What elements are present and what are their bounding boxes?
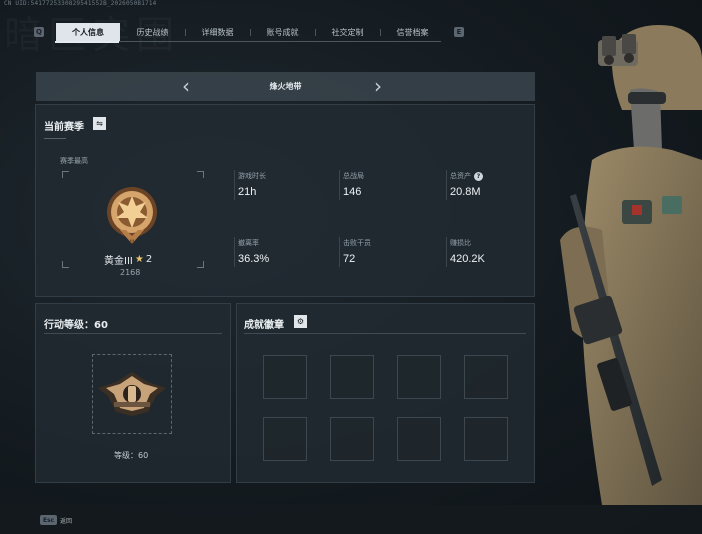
season-title-rule [44,138,66,139]
level-text: 等级：60 [114,450,148,461]
stat-divider [234,237,235,267]
top-tab-bar: Q 个人信息 历史战绩 详细数据 账号成就 社交定制 信誉档案 E [34,23,464,41]
action-level-label: 行动等级： [44,320,94,331]
frame-corner [62,171,69,178]
back-label[interactable]: 返回 [60,516,72,525]
action-level-value: 60 [94,320,108,331]
frame-corner [197,171,204,178]
operator-character [560,24,702,505]
level-value: 60 [138,451,149,460]
gear-icon[interactable]: ⚙ [294,315,307,328]
stat-profit-loss-ratio: 赚损比 420.2K [450,238,485,265]
stat-value: 420.2K [450,253,485,265]
achievement-slot[interactable] [330,417,374,461]
tab-personal-info[interactable]: 个人信息 [56,23,120,41]
rank-tier: 黄金III [104,256,133,267]
stat-divider [339,237,340,267]
tab-detailed-data[interactable]: 详细数据 [185,23,250,41]
bottom-bar [0,505,702,534]
tab-credit-profile[interactable]: 信誉档案 [380,23,445,41]
stat-label: 撤离率 [238,239,259,247]
stat-divider [234,170,235,200]
svg-text:III: III [129,239,135,246]
star-icon: ★ [134,254,144,265]
tab-match-history[interactable]: 历史战绩 [120,23,185,41]
stat-value: 20.8M [450,186,481,198]
season-best-label: 赛季最高 [60,157,88,165]
season-title: 当前赛季 [44,122,84,133]
stat-label: 击败干员 [343,239,371,247]
level-badge-icon [98,372,166,416]
chevron-left-icon[interactable]: ‹ [182,76,190,96]
tab-social-customize[interactable]: 社交定制 [315,23,380,41]
action-level-title: 行动等级：60 [44,316,108,331]
achievement-slot[interactable] [263,417,307,461]
stat-total-matches: 总战局 146 [343,171,364,198]
esc-key[interactable]: Esc [40,515,58,525]
stat-label-text: 总资产 [450,172,471,180]
chevron-right-icon[interactable]: › [374,76,382,96]
achievement-slot[interactable] [330,355,374,399]
frame-corner [62,261,69,268]
frame-corner [197,261,204,268]
map-name: 烽火地带 [269,82,302,91]
stat-label: 总战局 [343,172,364,180]
tab-active-indicator [55,41,119,43]
achievement-slot[interactable] [397,417,441,461]
stat-label: 总资产 ? [450,171,483,181]
stat-total-assets: 总资产 ? 20.8M [450,171,483,198]
rank-name: 黄金III ★ 2 [104,252,152,267]
achievement-slot[interactable] [464,355,508,399]
map-selector: ‹ 烽火地带 › [36,72,535,101]
achievement-slot[interactable] [397,355,441,399]
achievement-slot[interactable] [464,417,508,461]
stat-divider [446,237,447,267]
rank-score: 2168 [120,268,141,277]
stat-divider [446,170,447,200]
rank-badge-icon: III [107,187,157,246]
stat-label: 游戏时长 [238,172,266,180]
tab-next-key[interactable]: E [454,27,464,37]
stat-value: 21h [238,186,257,198]
achievements-title: 成就徽章 [244,320,284,331]
tab-list: 个人信息 历史战绩 详细数据 账号成就 社交定制 信誉档案 [56,23,445,41]
stat-value: 36.3% [238,253,270,265]
tab-prev-key[interactable]: Q [34,27,44,37]
achievements-rule [244,333,526,334]
stat-operators-defeated: 击败干员 72 [343,238,371,265]
level-label: 等级： [114,451,138,460]
stat-extraction-rate: 撤离率 36.3% [238,238,269,265]
stat-play-time: 游戏时长 21h [238,171,266,198]
stat-value: 146 [343,186,362,198]
action-level-rule [44,333,222,334]
rank-stars: 2 [145,254,153,265]
stat-label: 赚损比 [450,239,471,247]
tab-account-achievements[interactable]: 账号成就 [250,23,315,41]
stat-value: 72 [343,253,356,265]
achievement-slot[interactable] [263,355,307,399]
swap-icon[interactable]: ⇋ [93,117,106,130]
help-icon[interactable]: ? [474,171,483,181]
stat-divider [339,170,340,200]
